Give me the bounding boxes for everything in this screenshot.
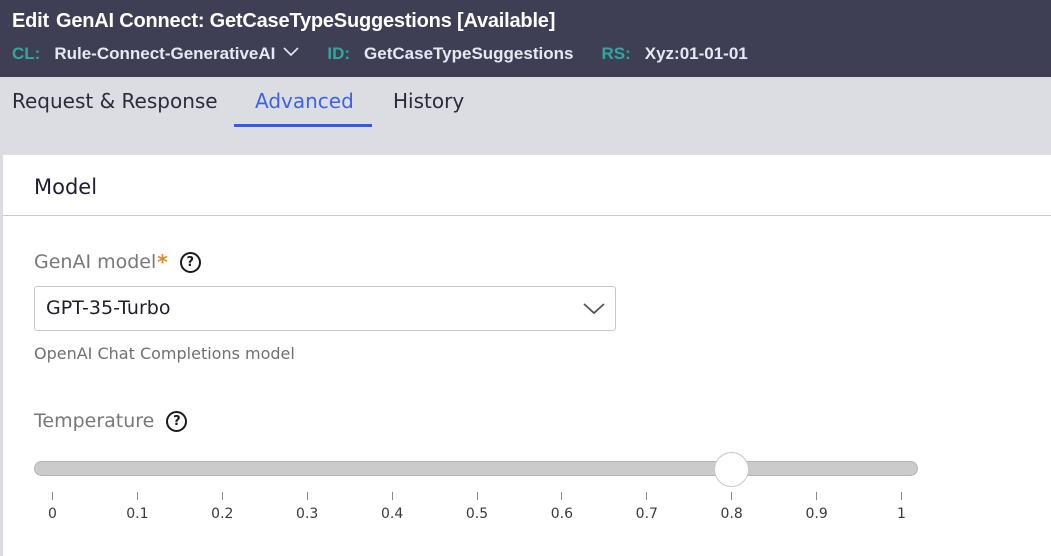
ruleset-group: RS: Xyz:01-01-01	[601, 44, 747, 64]
tick-label: 0.3	[296, 506, 319, 522]
tick-mark	[391, 492, 393, 500]
slider-thumb[interactable]	[713, 452, 749, 487]
tab-bar: Request & Response Advanced History	[0, 77, 1051, 155]
section-title: Model	[34, 175, 98, 199]
tick-label: 0	[48, 506, 57, 522]
tick-mark	[731, 492, 733, 500]
help-icon[interactable]: ?	[179, 251, 201, 273]
rule-header: Edit GenAI Connect: GetCaseTypeSuggestion…	[0, 0, 1051, 77]
tick-label: 0.2	[211, 506, 234, 522]
help-icon[interactable]: ?	[166, 410, 188, 432]
genai-model-label: GenAI model * ?	[34, 250, 201, 274]
model-panel: Model GenAI model * ? GPT-35-Turbo OpenA…	[3, 155, 1051, 556]
tick-mark	[52, 492, 53, 500]
tick-mark	[646, 492, 648, 500]
temperature-ticks: 0 0.1 0.2 0.3 0.4 0.5 0.6 0.7 0.8 0.9 1	[3, 492, 1051, 532]
tab-history[interactable]: History	[393, 87, 464, 127]
class-group: CL: Rule-Connect-GenerativeAI	[12, 44, 299, 64]
tick-label: 1	[897, 506, 906, 522]
edit-label: Edit	[12, 10, 49, 32]
genai-model-label-text: GenAI model	[34, 251, 157, 273]
tick-label: 0.8	[720, 506, 743, 522]
temperature-label: Temperature ?	[34, 410, 188, 432]
class-key: CL:	[12, 44, 41, 63]
temperature-slider[interactable]	[34, 452, 918, 487]
tick-mark	[561, 492, 563, 500]
rule-title: Edit GenAI Connect: GetCaseTypeSuggestion…	[12, 10, 555, 33]
tick-label: 0.7	[635, 506, 658, 522]
tick-mark	[476, 492, 478, 500]
tab-advanced[interactable]: Advanced	[255, 87, 354, 127]
chevron-down-icon[interactable]	[283, 47, 299, 57]
rule-meta: CL: Rule-Connect-GenerativeAI ID: GetCas…	[12, 44, 776, 64]
ruleset-value[interactable]: Xyz:01-01-01	[645, 44, 748, 64]
ruleset-key: RS:	[601, 44, 631, 63]
id-key: ID:	[327, 44, 351, 63]
tick-mark	[136, 492, 138, 500]
chevron-down-icon	[583, 303, 605, 315]
tick-label: 0.9	[805, 506, 828, 522]
class-value[interactable]: Rule-Connect-GenerativeAI	[54, 44, 275, 64]
id-value: GetCaseTypeSuggestions	[364, 44, 574, 63]
tick-mark	[901, 492, 902, 500]
active-tab-indicator	[234, 124, 372, 127]
id-group: ID: GetCaseTypeSuggestions	[327, 44, 573, 64]
genai-model-value: GPT-35-Turbo	[46, 297, 171, 319]
tick-mark	[816, 492, 818, 500]
genai-model-helper-text: OpenAI Chat Completions model	[34, 344, 295, 363]
rule-status: [Available]	[456, 10, 556, 32]
tick-label: 0.4	[380, 506, 404, 522]
tick-mark	[221, 492, 223, 500]
genai-model-select[interactable]: GPT-35-Turbo	[34, 286, 616, 331]
tick-label: 0.5	[465, 506, 489, 522]
tab-request-response[interactable]: Request & Response	[12, 87, 218, 127]
tick-label: 0.1	[126, 506, 149, 522]
section-divider	[3, 215, 1051, 216]
rule-name: GenAI Connect: GetCaseTypeSuggestions	[55, 10, 452, 32]
tick-mark	[306, 492, 308, 500]
temperature-label-text: Temperature	[34, 410, 155, 432]
required-marker: *	[157, 250, 168, 274]
tick-label: 0.6	[550, 506, 574, 522]
